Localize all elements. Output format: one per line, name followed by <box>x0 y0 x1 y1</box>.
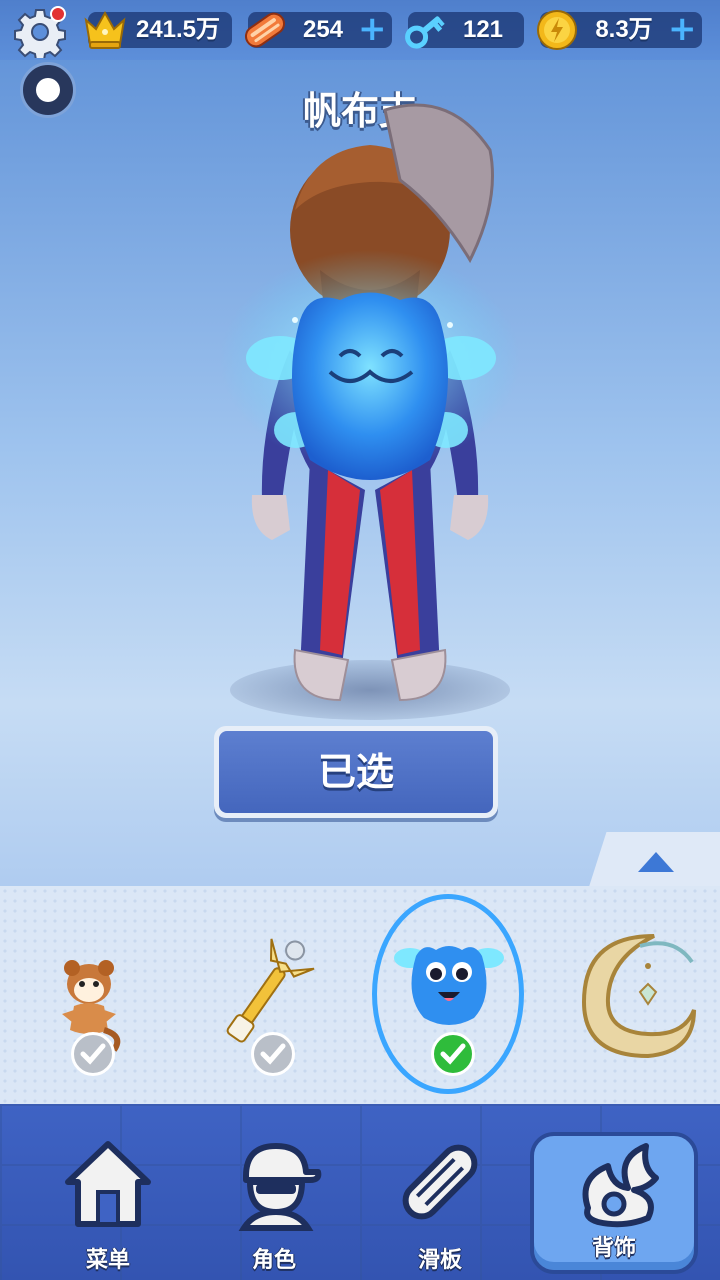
top-bar: 241.5万 254 + 121 8.3万 + <box>0 0 720 61</box>
crescent-moon-icon <box>581 934 696 1059</box>
crown-icon <box>84 10 126 49</box>
coin-value: 8.3万 <box>595 16 653 43</box>
key-counter: 121 <box>405 12 524 49</box>
skateboard-ticket-counter: 254 + <box>244 12 392 48</box>
owned-checkmark <box>71 1032 115 1076</box>
selected-button[interactable]: 已选 <box>214 726 498 818</box>
skateboard-icon <box>402 1144 478 1220</box>
nav-label-skateboard: 滑板 <box>417 1248 462 1273</box>
owned-checkmark <box>251 1032 295 1076</box>
nav-item-menu[interactable]: 菜单 <box>28 1122 188 1273</box>
house-icon <box>65 1141 151 1227</box>
nav-item-back-accessory[interactable]: 背饰 <box>530 1132 698 1274</box>
coin-counter: 8.3万 + <box>537 10 702 50</box>
key-icon <box>405 16 445 49</box>
item-carousel <box>0 886 720 1104</box>
add-skateboard-ticket-button[interactable]: + <box>358 12 387 46</box>
character-icon <box>238 1143 322 1231</box>
key-value: 121 <box>462 16 504 43</box>
crown-score-value: 241.5万 <box>135 16 221 43</box>
coin-icon <box>537 10 577 50</box>
nav-item-skateboard[interactable]: 滑板 <box>360 1122 520 1273</box>
selected-button-label: 已选 <box>219 731 493 813</box>
checkmark-icon <box>260 1043 286 1065</box>
nav-label-menu: 菜单 <box>85 1248 130 1273</box>
checkmark-icon <box>80 1043 106 1065</box>
notification-dot <box>50 6 66 22</box>
skateboard-ticket-value: 254 <box>302 16 344 43</box>
character-preview[interactable] <box>200 90 540 710</box>
item-hamster-pet[interactable] <box>4 886 174 1104</box>
selected-item-highlight <box>372 894 524 1094</box>
skateboard-ticket-icon <box>244 12 286 48</box>
nav-label-character: 角色 <box>251 1248 296 1273</box>
crown-score-counter: 241.5万 <box>84 10 232 49</box>
settings-button[interactable] <box>14 6 66 61</box>
item-crescent-moon-ring[interactable] <box>544 886 714 1104</box>
nav-label-back-accessory: 背饰 <box>591 1236 636 1261</box>
nav-item-character[interactable]: 角色 <box>194 1122 354 1273</box>
add-coin-button[interactable]: + <box>668 12 697 46</box>
wing-icon <box>582 1143 659 1228</box>
expand-panel-button[interactable] <box>588 832 720 890</box>
chevron-up-icon <box>638 852 674 872</box>
item-golden-scepter[interactable] <box>184 886 354 1104</box>
